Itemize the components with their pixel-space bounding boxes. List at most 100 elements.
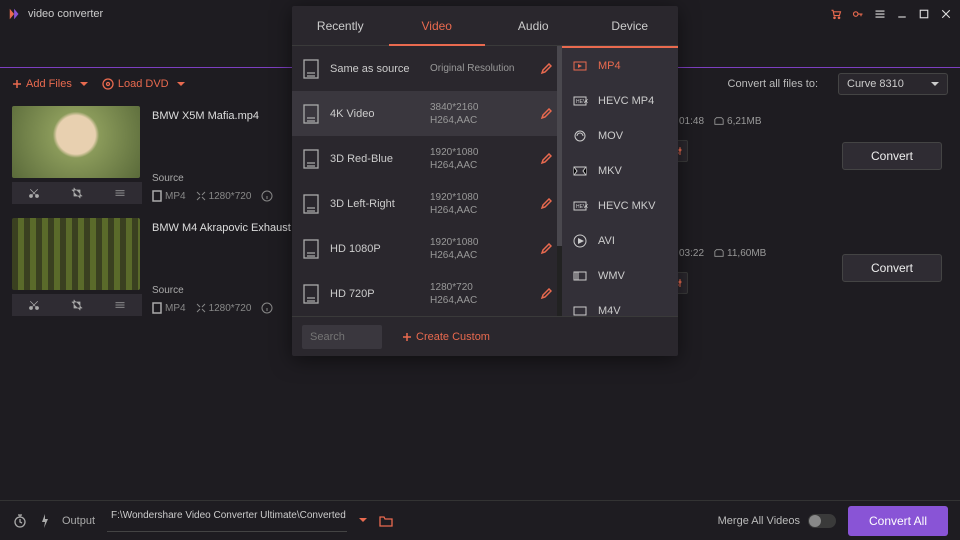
preset-row[interactable]: 3D Left-Right 1920*1080H264,AAC: [292, 181, 562, 226]
format-icon: [572, 128, 588, 144]
duration: 01:48: [679, 116, 704, 127]
app-logo-icon: [8, 7, 22, 21]
effects-icon[interactable]: [114, 299, 126, 311]
load-dvd-label: Load DVD: [118, 78, 169, 90]
preset-row[interactable]: Same as source Original Resolution: [292, 46, 562, 91]
thumbnail[interactable]: [12, 218, 140, 290]
edit-icon[interactable]: [540, 63, 552, 75]
chevron-down-icon: [931, 82, 939, 90]
src-resolution: 1280*720: [196, 191, 252, 202]
popup-tab-recently[interactable]: Recently: [292, 6, 389, 45]
format-row[interactable]: MKV: [562, 153, 678, 188]
popup-tab-audio[interactable]: Audio: [485, 6, 582, 45]
format-label: AVI: [598, 235, 615, 247]
format-row[interactable]: MP4: [562, 48, 678, 83]
format-row[interactable]: M4V: [562, 293, 678, 316]
src-format: MP4: [152, 302, 186, 314]
preset-row[interactable]: HD 720P 1280*720H264,AAC: [292, 271, 562, 316]
minimize-icon[interactable]: [896, 8, 908, 20]
preset-name: 3D Red-Blue: [330, 153, 420, 165]
preset-row[interactable]: HD 1080P 1920*1080H264,AAC: [292, 226, 562, 271]
source-label: Source: [152, 285, 184, 296]
preset-resolution: 3840*2160H264,AAC: [430, 101, 478, 127]
edit-icon[interactable]: [540, 108, 552, 120]
thumb-tools: [12, 294, 142, 316]
crop-icon[interactable]: [71, 187, 83, 199]
add-files-label: Add Files: [26, 78, 72, 90]
preset-row[interactable]: 3D Red-Blue 1920*1080H264,AAC: [292, 136, 562, 181]
create-custom-button[interactable]: Create Custom: [402, 331, 490, 343]
clock-icon[interactable]: [12, 513, 28, 529]
preset-row[interactable]: 4K Video 3840*2160H264,AAC: [292, 91, 562, 136]
preset-name: HD 1080P: [330, 243, 420, 255]
thumbnail[interactable]: [12, 106, 140, 178]
format-label: MKV: [598, 165, 622, 177]
svg-text:HEVC: HEVC: [576, 99, 588, 105]
cut-icon[interactable]: [28, 187, 40, 199]
src-resolution: 1280*720: [196, 303, 252, 314]
popup-tab-device[interactable]: Device: [582, 6, 679, 45]
file-icon: [302, 238, 320, 260]
src-format: MP4: [152, 190, 186, 202]
edit-icon[interactable]: [540, 243, 552, 255]
close-icon[interactable]: [940, 8, 952, 20]
format-icon: [572, 163, 588, 179]
convert-all-value: Curve 8310: [847, 78, 904, 90]
format-row[interactable]: AVI: [562, 223, 678, 258]
menu-icon[interactable]: [874, 8, 886, 20]
output-path[interactable]: F:\Wondershare Video Converter Ultimate\…: [107, 510, 347, 532]
info-icon[interactable]: [261, 190, 273, 202]
convert-all-select[interactable]: Curve 8310: [838, 73, 948, 95]
edit-icon[interactable]: [540, 288, 552, 300]
crop-icon[interactable]: [71, 299, 83, 311]
format-row[interactable]: HEVC HEVC MP4: [562, 83, 678, 118]
convert-all-button[interactable]: Convert All: [848, 506, 948, 536]
convert-button[interactable]: Convert: [842, 142, 942, 170]
format-icon: HEVC: [572, 93, 588, 109]
scrollbar-thumb[interactable]: [557, 46, 562, 246]
chevron-down-icon: [80, 82, 88, 90]
thumb-tools: [12, 182, 142, 204]
load-dvd-button[interactable]: Load DVD: [102, 78, 185, 90]
popup-tabs: Recently Video Audio Device: [292, 6, 678, 46]
chevron-down-icon[interactable]: [359, 518, 367, 526]
preset-resolution: 1280*720H264,AAC: [430, 281, 477, 307]
format-chooser-popup: Recently Video Audio Device Same as sour…: [292, 6, 678, 356]
popup-tab-video[interactable]: Video: [389, 6, 486, 45]
format-label: HEVC MP4: [598, 95, 654, 107]
filesize: 11,60MB: [727, 248, 766, 259]
file-icon: [302, 148, 320, 170]
format-label: MP4: [598, 60, 621, 72]
edit-icon[interactable]: [540, 198, 552, 210]
add-files-button[interactable]: Add Files: [12, 78, 88, 90]
format-label: WMV: [598, 270, 625, 282]
key-icon[interactable]: [852, 8, 864, 20]
preset-name: 4K Video: [330, 108, 420, 120]
file-icon: [302, 103, 320, 125]
gpu-icon[interactable]: [40, 513, 50, 529]
format-icon: [572, 303, 588, 317]
format-row[interactable]: HEVCHEVC MKV: [562, 188, 678, 223]
svg-text:HEVC: HEVC: [576, 204, 588, 210]
folder-icon[interactable]: [379, 515, 393, 527]
format-row[interactable]: WMV: [562, 258, 678, 293]
preset-resolution: Original Resolution: [430, 62, 515, 75]
bottom-bar: Output F:\Wondershare Video Converter Ul…: [0, 500, 960, 540]
output-label: Output: [62, 515, 95, 527]
info-icon[interactable]: [261, 302, 273, 314]
convert-button[interactable]: Convert: [842, 254, 942, 282]
filesize: 6,21MB: [727, 116, 761, 127]
preset-search-input[interactable]: [302, 325, 382, 349]
format-icon: HEVC: [572, 198, 588, 214]
format-label: M4V: [598, 305, 621, 317]
cut-icon[interactable]: [28, 299, 40, 311]
merge-toggle[interactable]: [808, 514, 836, 528]
effects-icon[interactable]: [114, 187, 126, 199]
format-list: MP4 HEVC HEVC MP4 MOV MKV HEVCHEVC MKV AVI WMV M…: [562, 46, 678, 316]
maximize-icon[interactable]: [918, 8, 930, 20]
cart-icon[interactable]: [830, 8, 842, 20]
preset-resolution: 1920*1080H264,AAC: [430, 146, 478, 172]
file-icon: [302, 58, 320, 80]
format-row[interactable]: MOV: [562, 118, 678, 153]
edit-icon[interactable]: [540, 153, 552, 165]
